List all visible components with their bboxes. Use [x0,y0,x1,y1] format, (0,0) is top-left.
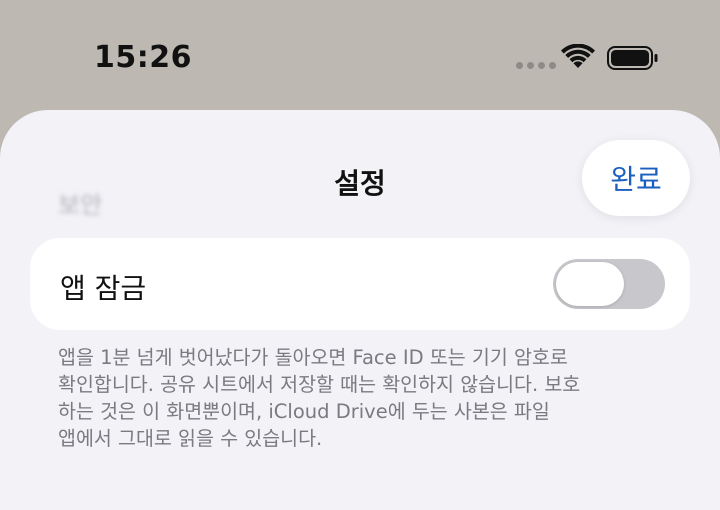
status-bar: 15:26 [0,0,720,110]
app-lock-footer: 앱을 1분 넘게 벗어났다가 돌아오면 Face ID 또는 기기 암호로 확인… [58,344,678,452]
cellular-signal-icon [516,62,556,69]
footer-line: 확인합니다. 공유 시트에서 저장할 때는 확인하지 않습니다. 보호 [58,373,581,396]
wifi-icon [561,44,595,68]
done-button[interactable]: 완료 [582,140,690,216]
battery-icon [607,46,658,70]
toggle-knob [556,262,624,306]
app-lock-row[interactable]: 앱 잠금 [30,238,690,330]
footer-line: 앱에서 그대로 읽을 수 있습니다. [58,427,323,450]
settings-sheet: 보안 설정 완료 앱 잠금 앱을 1분 넘게 벗어났다가 돌아오면 Face I… [0,110,720,510]
footer-line: 앱을 1분 넘게 벗어났다가 돌아오면 Face ID 또는 기기 암호로 [58,346,568,369]
footer-line: 하는 것은 이 화면뿐이며, iCloud Drive에 두는 사본은 파일 [58,400,550,423]
status-time: 15:26 [94,40,192,75]
app-lock-toggle[interactable] [553,259,665,309]
app-lock-label: 앱 잠금 [60,272,147,305]
